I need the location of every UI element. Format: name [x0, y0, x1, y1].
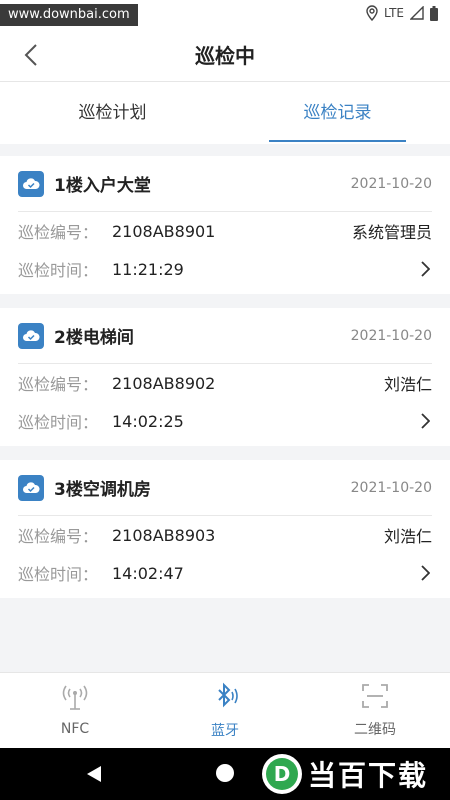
time-label: 巡检时间：: [18, 565, 99, 584]
code-row: 巡检编号： 2108AB8901 系统管理员: [18, 212, 432, 250]
tab-bar: 巡检计划 巡检记录: [0, 82, 450, 144]
record-card[interactable]: 1楼入户大堂 2021-10-20 巡检编号： 2108AB8901 系统管理员…: [0, 156, 450, 294]
record-header: 1楼入户大堂 2021-10-20: [18, 156, 432, 212]
inspector-name: 刘浩仁: [383, 527, 432, 546]
time-value: 14:02:47: [112, 563, 184, 583]
watermark-url: www.downbai.com: [0, 4, 138, 26]
brand-letter: D: [274, 762, 291, 786]
time-value: 11:21:29: [112, 259, 184, 279]
bottom-tab-label: NFC: [60, 720, 90, 737]
time-row: 巡检时间： 11:21:29: [18, 250, 432, 288]
system-nav-bar: D 当百下载: [0, 748, 450, 800]
record-card[interactable]: 3楼空调机房 2021-10-20 巡检编号： 2108AB8903 刘浩仁 巡…: [0, 460, 450, 598]
status-icons: LTE: [366, 5, 438, 21]
location-name: 3楼空调机房: [54, 480, 151, 500]
chevron-right-icon[interactable]: [418, 565, 432, 581]
bottom-tab-bar: NFC 蓝牙 二维码: [0, 672, 450, 748]
qr-scan-icon: [361, 683, 389, 713]
inspector-name: 刘浩仁: [383, 375, 432, 394]
system-back-icon[interactable]: [86, 765, 102, 787]
time-label: 巡检时间：: [18, 413, 99, 432]
nfc-antenna-icon: [61, 685, 89, 715]
network-type: LTE: [384, 6, 404, 20]
brand-logo: D 当百下载: [262, 752, 428, 796]
nav-bar: 巡检中: [0, 30, 450, 82]
record-card[interactable]: 2楼电梯间 2021-10-20 巡检编号： 2108AB8902 刘浩仁 巡检…: [0, 308, 450, 446]
brand-logo-mark: D: [262, 754, 302, 794]
brand-text: 当百下载: [308, 759, 429, 792]
time-row: 巡检时间： 14:02:25: [18, 402, 432, 440]
code-label: 巡检编号：: [18, 375, 99, 394]
code-value: 2108AB8903: [112, 525, 216, 545]
code-value: 2108AB8901: [112, 221, 216, 241]
chevron-right-icon[interactable]: [418, 413, 432, 429]
time-label: 巡检时间：: [18, 261, 99, 280]
code-row: 巡检编号： 2108AB8903 刘浩仁: [18, 516, 432, 554]
cloud-check-icon: [18, 170, 44, 197]
bottom-tab-label: 蓝牙: [211, 722, 239, 739]
cloud-check-icon: [18, 474, 44, 501]
battery-icon: [430, 5, 438, 21]
status-bar: www.downbai.com LTE: [0, 0, 450, 30]
record-date: 2021-10-20: [350, 479, 432, 496]
record-date: 2021-10-20: [350, 175, 432, 192]
record-header: 2楼电梯间 2021-10-20: [18, 308, 432, 364]
code-row: 巡检编号： 2108AB8902 刘浩仁: [18, 364, 432, 402]
bottom-tab-label: 二维码: [354, 721, 396, 738]
tab-records[interactable]: 巡检记录: [225, 82, 450, 144]
location-name: 1楼入户大堂: [54, 176, 151, 196]
bottom-tab-bluetooth[interactable]: 蓝牙: [150, 673, 300, 748]
code-value: 2108AB8902: [112, 373, 216, 393]
record-date: 2021-10-20: [350, 327, 432, 344]
bottom-tab-qrcode[interactable]: 二维码: [300, 673, 450, 748]
chevron-right-icon[interactable]: [418, 261, 432, 277]
bottom-tab-nfc[interactable]: NFC: [0, 673, 150, 748]
system-home-icon[interactable]: [216, 764, 234, 782]
tab-plan[interactable]: 巡检计划: [0, 82, 225, 144]
bluetooth-icon: [211, 682, 239, 714]
inspector-name: 系统管理员: [351, 223, 432, 242]
code-label: 巡检编号：: [18, 527, 99, 546]
page-title: 巡检中: [195, 44, 255, 68]
time-value: 14:02:25: [112, 411, 184, 431]
time-row: 巡检时间： 14:02:47: [18, 554, 432, 592]
record-list: 1楼入户大堂 2021-10-20 巡检编号： 2108AB8901 系统管理员…: [0, 156, 450, 612]
location-icon: [366, 5, 378, 21]
cloud-check-icon: [18, 322, 44, 349]
signal-icon: [410, 6, 424, 20]
record-header: 3楼空调机房 2021-10-20: [18, 460, 432, 516]
location-name: 2楼电梯间: [54, 328, 134, 348]
code-label: 巡检编号：: [18, 223, 99, 242]
